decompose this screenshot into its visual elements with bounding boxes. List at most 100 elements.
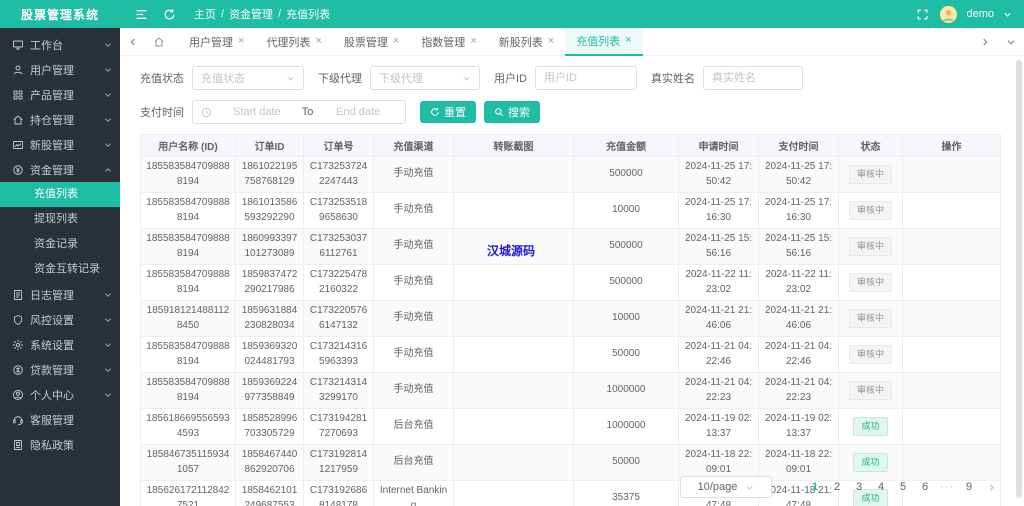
sidebar-item[interactable]: 资金管理: [0, 157, 120, 182]
sidebar-item-label: 日志管理: [30, 289, 74, 302]
cell-screenshot: [453, 192, 574, 229]
cell-status: 审核中: [838, 372, 903, 409]
breadcrumb-item[interactable]: 充值列表: [286, 6, 330, 22]
tabs-scroll-right-icon[interactable]: [972, 28, 998, 56]
avatar[interactable]: [940, 5, 958, 23]
hamburger-icon[interactable]: [132, 5, 150, 23]
sidebar-item[interactable]: 新股管理: [0, 132, 120, 157]
status-badge: 审核中: [848, 345, 892, 364]
close-icon[interactable]: ×: [315, 36, 321, 47]
status-badge: 成功: [853, 453, 888, 472]
cell-user-id: 1855835847098888194: [140, 372, 236, 409]
cell-order-no: C1732143143299170: [303, 372, 374, 409]
sidebar-item[interactable]: 持仓管理: [0, 107, 120, 132]
breadcrumb-item[interactable]: 资金管理: [229, 6, 273, 22]
cell-status: 审核中: [838, 300, 903, 337]
prev-page-icon[interactable]: [784, 476, 802, 498]
page-number[interactable]: 9: [960, 476, 978, 498]
page-number[interactable]: 4: [872, 476, 890, 498]
chevron-down-icon: [462, 74, 471, 83]
sidebar-item[interactable]: 贷款管理: [0, 357, 120, 382]
cell-amount: 50000: [573, 336, 679, 373]
cell-screenshot: [453, 300, 574, 337]
tabs-scroll-left-icon[interactable]: [120, 28, 146, 56]
sidebar-item-label: 产品管理: [30, 89, 74, 102]
tab-label: 指数管理: [421, 36, 466, 49]
pay-time-range-picker[interactable]: Start date To End date: [192, 100, 406, 124]
tabs-menu-icon[interactable]: [998, 28, 1024, 56]
fullscreen-icon[interactable]: [913, 5, 931, 23]
policy-icon: [12, 439, 24, 451]
sidebar-subitem[interactable]: 资金互转记录: [0, 257, 120, 282]
search-icon: [495, 108, 504, 117]
tab[interactable]: 代理列表 ×: [255, 28, 332, 56]
sidebar-item[interactable]: 用户管理: [0, 57, 120, 82]
cell-amount: 500000: [573, 228, 679, 265]
column-header: 用户名称 (ID): [140, 134, 236, 157]
app-title: 股票管理系统: [20, 7, 99, 22]
close-icon[interactable]: ×: [238, 36, 244, 47]
sidebar-item[interactable]: 隐私政策: [0, 432, 120, 457]
chevron-down-icon[interactable]: [1003, 10, 1012, 19]
main-content: 充值状态 充值状态 下级代理 下级代理 用户ID 真实姓名 支: [120, 56, 1024, 506]
page-number[interactable]: 5: [894, 476, 912, 498]
sidebar-item[interactable]: 工作台: [0, 32, 120, 57]
tab-label: 用户管理: [189, 36, 233, 49]
tab[interactable]: 用户管理 ×: [178, 28, 255, 56]
sidebar-item[interactable]: 风控设置: [0, 307, 120, 332]
page-number[interactable]: 6: [916, 476, 934, 498]
column-header: 转账截图: [453, 134, 574, 157]
sidebar-item-label: 个人中心: [30, 389, 74, 402]
date-range-to-label: To: [301, 106, 314, 118]
next-page-icon[interactable]: [982, 476, 1000, 498]
chevron-down-icon: [104, 91, 112, 99]
table-row: 1855835847098888194 1859369320024481793 C1…: [140, 336, 1001, 373]
page-number[interactable]: 3: [850, 476, 868, 498]
refresh-icon[interactable]: [160, 5, 178, 23]
cell-screenshot: [453, 408, 574, 445]
status-badge: 审核中: [848, 165, 892, 184]
reset-refresh-icon: [431, 107, 439, 116]
user-id-input[interactable]: [535, 66, 637, 90]
cell-pay-time: 2024-11-19 02:13:37: [758, 408, 839, 445]
tab[interactable]: 指数管理 ×: [410, 28, 487, 56]
sidebar-subitem[interactable]: 提现列表: [0, 207, 120, 232]
home-tab-icon[interactable]: [146, 28, 172, 56]
recharge-status-select[interactable]: 充值状态: [192, 66, 304, 90]
username[interactable]: demo: [966, 8, 994, 20]
sidebar-item[interactable]: 客服管理: [0, 407, 120, 432]
close-icon[interactable]: ×: [470, 36, 476, 47]
close-icon[interactable]: ×: [625, 35, 631, 46]
close-icon[interactable]: ×: [548, 36, 554, 47]
cell-apply-time: 2024-11-21 04:22:46: [678, 336, 759, 373]
page-number[interactable]: 2: [828, 476, 846, 498]
page-number[interactable]: 1: [806, 476, 824, 498]
sidebar-item[interactable]: 日志管理: [0, 282, 120, 307]
breadcrumb-item[interactable]: 主页: [194, 6, 216, 22]
tabs-container: 用户管理 × 代理列表 × 股票管理 × 指数管理 × 新股列表 × 充值列表 ×: [178, 27, 972, 56]
cell-status: 审核中: [838, 228, 903, 265]
cell-order-no: C1731928141217959: [303, 444, 374, 481]
tab[interactable]: 新股列表 ×: [488, 28, 565, 56]
vertical-scrollbar[interactable]: [1016, 60, 1022, 498]
table-row: 1855835847098888194 1860993397101273089 C1…: [140, 228, 1001, 265]
sidebar-item[interactable]: 个人中心: [0, 382, 120, 407]
end-date-placeholder: End date: [336, 106, 381, 118]
cell-operation: [902, 264, 1001, 301]
page-size-select[interactable]: 10/page: [680, 476, 772, 498]
sidebar-subitem[interactable]: 充值列表: [0, 182, 120, 207]
reset-button[interactable]: 重置: [420, 101, 476, 123]
sidebar-item[interactable]: 产品管理: [0, 82, 120, 107]
real-name-input[interactable]: [703, 66, 803, 90]
breadcrumb-separator: /: [221, 8, 225, 20]
log-icon: [12, 289, 24, 301]
search-button[interactable]: 搜索: [484, 101, 540, 123]
sidebar-item[interactable]: 系统设置: [0, 332, 120, 357]
money-icon: [12, 164, 24, 176]
tab[interactable]: 股票管理 ×: [333, 28, 410, 56]
tab[interactable]: 充值列表 ×: [565, 27, 643, 56]
cell-operation: [902, 372, 1001, 409]
close-icon[interactable]: ×: [393, 36, 399, 47]
sidebar-subitem[interactable]: 资金记录: [0, 232, 120, 257]
sub-agent-select[interactable]: 下级代理: [370, 66, 480, 90]
